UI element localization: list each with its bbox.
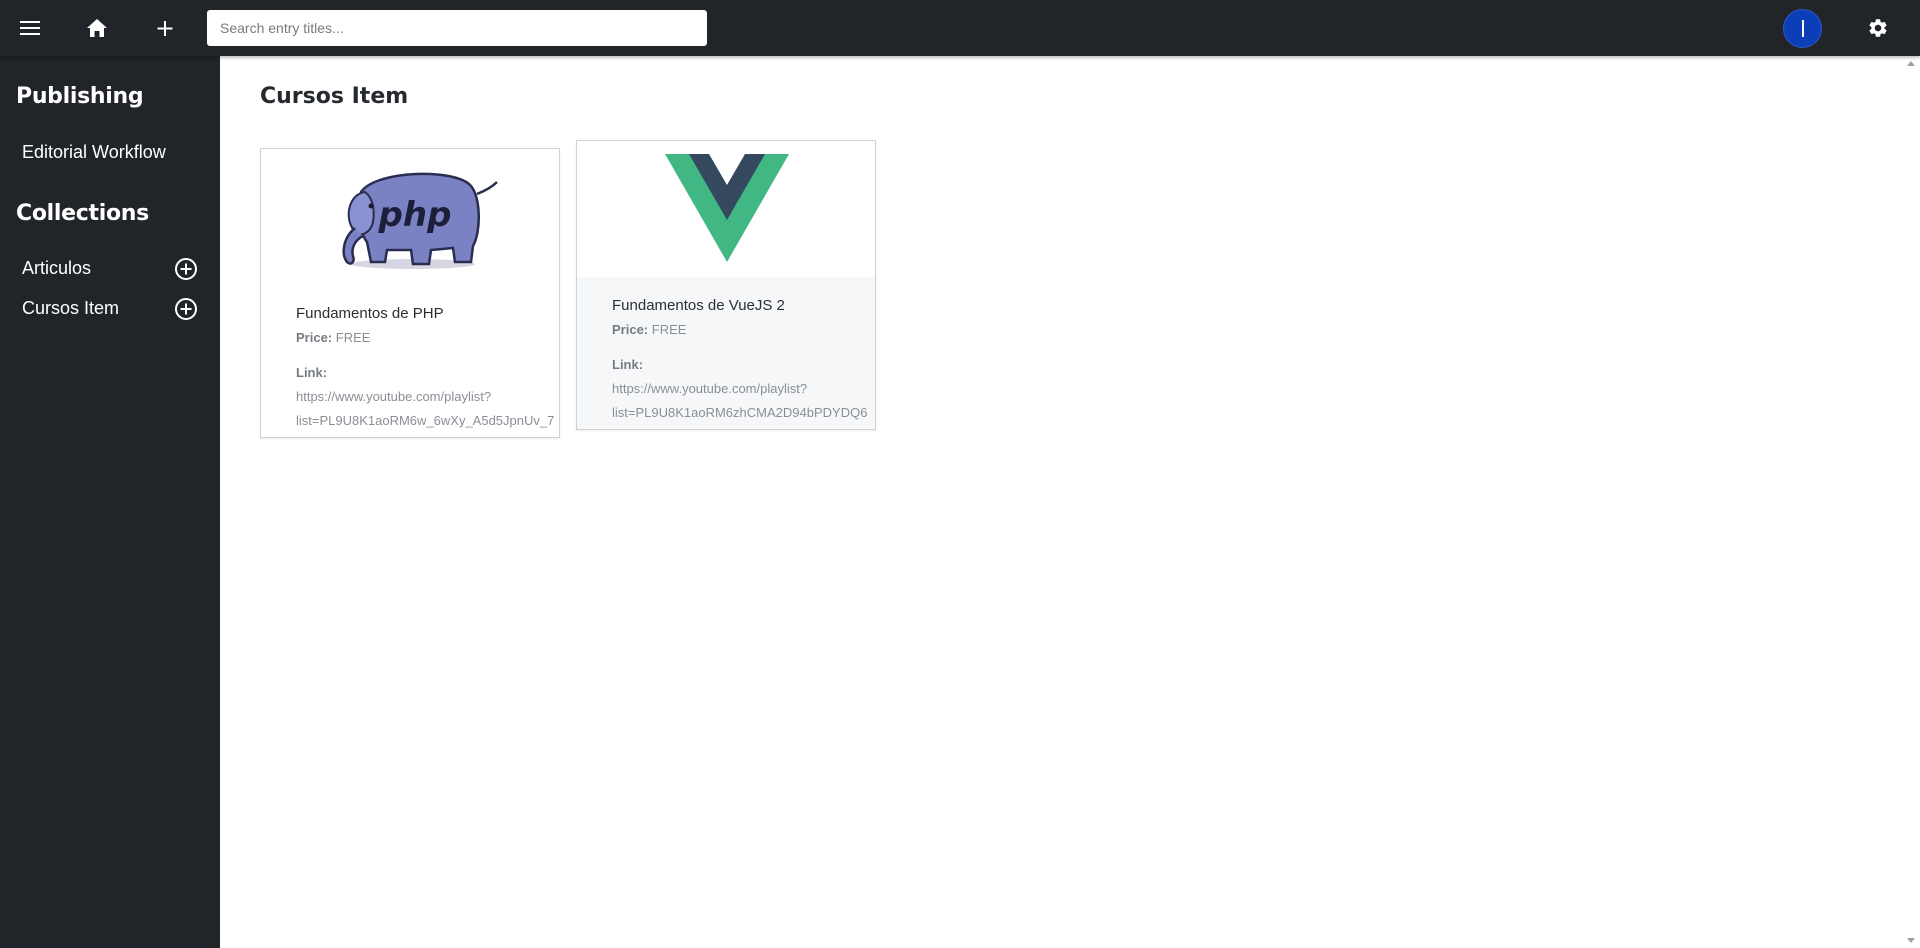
scroll-up-arrow-icon[interactable]: [1907, 61, 1915, 66]
publishing-heading: Publishing: [16, 84, 144, 109]
card-link-url: list=PL9U8K1aoRM6w_6wXy_A5d5JpnUv_7: [296, 413, 555, 428]
sidebar-item-articulos[interactable]: Articulos: [22, 258, 91, 279]
top-bar: [0, 0, 1920, 56]
entry-card[interactable]: Fundamentos de VueJS 2 Price: FREE Link:…: [576, 140, 876, 430]
card-link-url: list=PL9U8K1aoRM6zhCMA2D94bPDYDQ6: [612, 405, 868, 420]
vertical-scrollbar[interactable]: [1903, 56, 1920, 948]
price-value: FREE: [651, 322, 687, 337]
search-input[interactable]: [207, 10, 707, 46]
vuejs-logo: [577, 141, 875, 277]
plus-circle-icon[interactable]: [174, 257, 198, 281]
main-content: Cursos Item php Fundamentos de PHP Price…: [220, 56, 1900, 948]
sidebar-item-cursos-item[interactable]: Cursos Item: [22, 298, 119, 319]
card-price: Price: FREE: [612, 318, 686, 342]
scroll-down-arrow-icon[interactable]: [1907, 938, 1915, 943]
hamburger-menu-icon[interactable]: [12, 12, 48, 44]
price-value: FREE: [335, 330, 371, 345]
entry-card[interactable]: php Fundamentos de PHP Price: FREE Link:…: [260, 148, 560, 438]
price-label: Price:: [296, 330, 333, 345]
gear-icon[interactable]: [1860, 12, 1896, 44]
plus-circle-icon[interactable]: [174, 297, 198, 321]
card-link-url: https://www.youtube.com/playlist?: [612, 381, 808, 396]
avatar[interactable]: [1783, 9, 1822, 48]
plus-icon[interactable]: [147, 12, 183, 44]
card-price: Price: FREE: [296, 326, 370, 350]
page-title: Cursos Item: [260, 84, 409, 109]
sidebar-item-editorial-workflow[interactable]: Editorial Workflow: [22, 142, 166, 163]
card-link-label: Link:: [612, 353, 643, 377]
svg-text:php: php: [378, 195, 452, 235]
sidebar: Publishing Editorial Workflow Collection…: [0, 56, 220, 948]
card-link-url: https://www.youtube.com/playlist?: [296, 389, 492, 404]
link-label: Link:: [612, 357, 644, 372]
price-label: Price:: [612, 322, 649, 337]
card-title: Fundamentos de VueJS 2: [612, 297, 785, 314]
card-title: Fundamentos de PHP: [296, 305, 444, 322]
avatar-initial-mark: [1801, 20, 1804, 37]
php-elephant-logo: php: [261, 149, 559, 284]
card-link-label: Link:: [296, 361, 327, 385]
home-icon[interactable]: [79, 12, 115, 44]
link-label: Link:: [296, 365, 328, 380]
collections-heading: Collections: [16, 201, 149, 226]
